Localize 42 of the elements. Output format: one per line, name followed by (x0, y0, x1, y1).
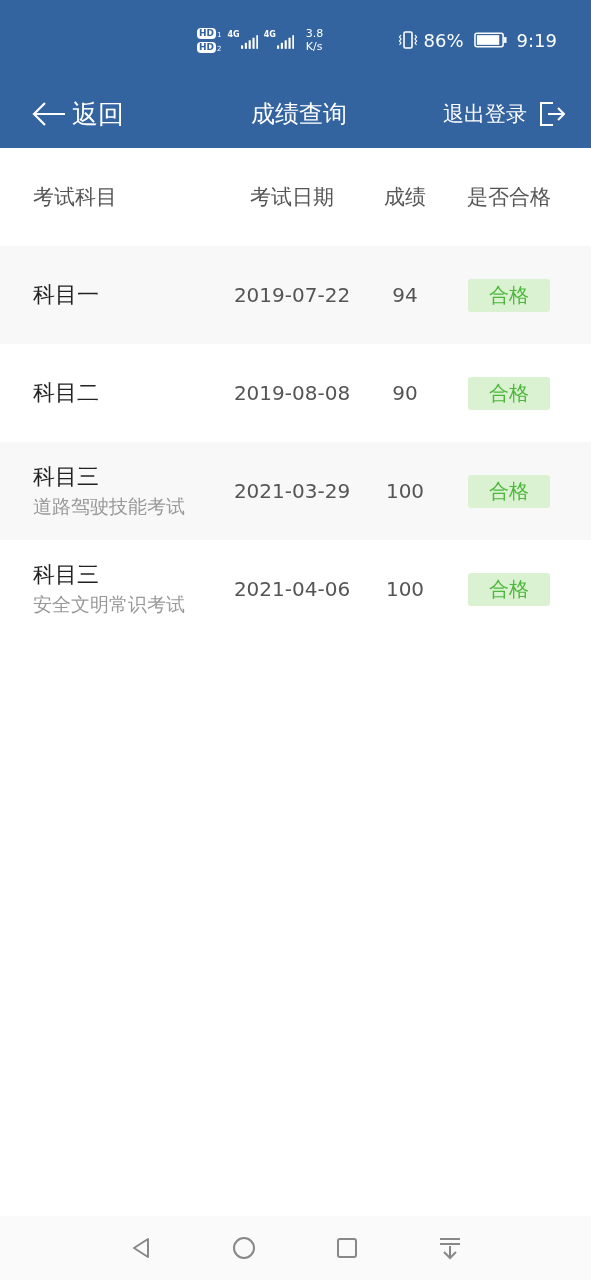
score: 100 (385, 577, 425, 601)
subject-name: 科目三 (33, 561, 100, 589)
logout-icon (539, 101, 565, 127)
sim-badge: HD (197, 41, 216, 53)
page-title: 成绩查询 (250, 99, 347, 130)
result-badge: 合格 (467, 278, 550, 312)
battery-percent: 86% (423, 29, 464, 51)
exam-date: 2019-07-22 (233, 283, 351, 307)
column-header: 成绩 (384, 184, 426, 211)
back-arrow-icon (32, 101, 66, 127)
back-button[interactable]: 返回 (32, 96, 124, 132)
result-badge: 合格 (467, 474, 550, 508)
subject-name: 科目三 (33, 463, 100, 491)
home-icon[interactable] (232, 1236, 257, 1260)
clock: 9:19 (516, 29, 557, 51)
network-type: 4G (263, 30, 276, 39)
result-badge: 合格 (467, 572, 550, 606)
signal-icon (276, 34, 294, 50)
score: 90 (392, 381, 418, 405)
battery-icon (473, 32, 507, 48)
exam-date: 2019-08-08 (233, 381, 351, 405)
subject-name: 科目二 (33, 379, 100, 407)
score: 100 (385, 479, 425, 503)
network-speed: 3.8 (305, 27, 324, 40)
column-header: 是否合格 (466, 184, 551, 211)
sim-badge: HD (197, 27, 216, 39)
subject-name: 科目一 (33, 281, 100, 309)
signal-icon (240, 34, 258, 50)
column-header: 考试日期 (250, 184, 334, 211)
notification-pull-icon[interactable] (437, 1236, 462, 1260)
speed-unit: K/s (305, 40, 324, 53)
subject-detail: 道路驾驶技能考试 (33, 494, 186, 519)
score: 94 (392, 283, 418, 307)
recents-icon[interactable] (334, 1236, 359, 1260)
vibrate-icon (397, 30, 418, 50)
subject-detail: 安全文明常识考试 (33, 592, 186, 617)
result-badge: 合格 (467, 376, 550, 410)
network-type: 4G (227, 30, 240, 39)
exam-date: 2021-03-29 (233, 479, 351, 503)
exam-date: 2021-04-06 (233, 577, 351, 601)
column-header: 考试科目 (33, 184, 118, 211)
logout-button[interactable]: 退出登录 (443, 100, 565, 128)
